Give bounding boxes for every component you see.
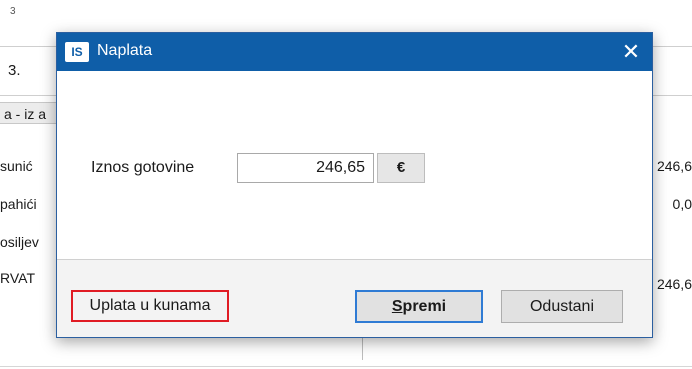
currency-button[interactable]: €	[377, 153, 425, 183]
bottom-divider	[0, 366, 692, 367]
cancel-button[interactable]: Odustani	[501, 290, 623, 323]
dialog-title: Naplata	[97, 42, 153, 59]
column-divider	[362, 338, 363, 360]
save-button[interactable]: Spremi	[355, 290, 483, 323]
naplata-dialog: IS Naplata ✕ Iznos gotovine 246,65 € Upl…	[56, 32, 653, 338]
close-icon[interactable]: ✕	[614, 35, 648, 69]
list-item-name[interactable]: sunić	[0, 158, 62, 174]
list-item-amount: 246,6	[656, 276, 692, 292]
list-item-amount: 246,6	[656, 158, 692, 174]
save-mnemonic: S	[391, 298, 403, 315]
order-number: 3.	[8, 62, 21, 79]
list-item-name[interactable]: RVAT	[0, 270, 62, 286]
amount-field[interactable]: 246,65	[237, 153, 374, 183]
column-header[interactable]: a - iz a	[0, 102, 60, 124]
top-marker: 3	[10, 6, 16, 17]
list-item-name[interactable]: osiljev	[0, 234, 62, 250]
list-item-amount: 0,0	[672, 196, 692, 212]
app-logo-icon: IS	[65, 42, 89, 62]
list-item-name[interactable]: pahići	[0, 196, 62, 212]
amount-label: Iznos gotovine	[91, 159, 195, 176]
pay-in-kuna-button[interactable]: Uplata u kunama	[71, 290, 229, 322]
save-label: premi	[402, 298, 447, 315]
dialog-footer: Uplata u kunama Spremi Odustani	[57, 260, 652, 337]
title-bar[interactable]: IS Naplata ✕	[57, 33, 652, 71]
